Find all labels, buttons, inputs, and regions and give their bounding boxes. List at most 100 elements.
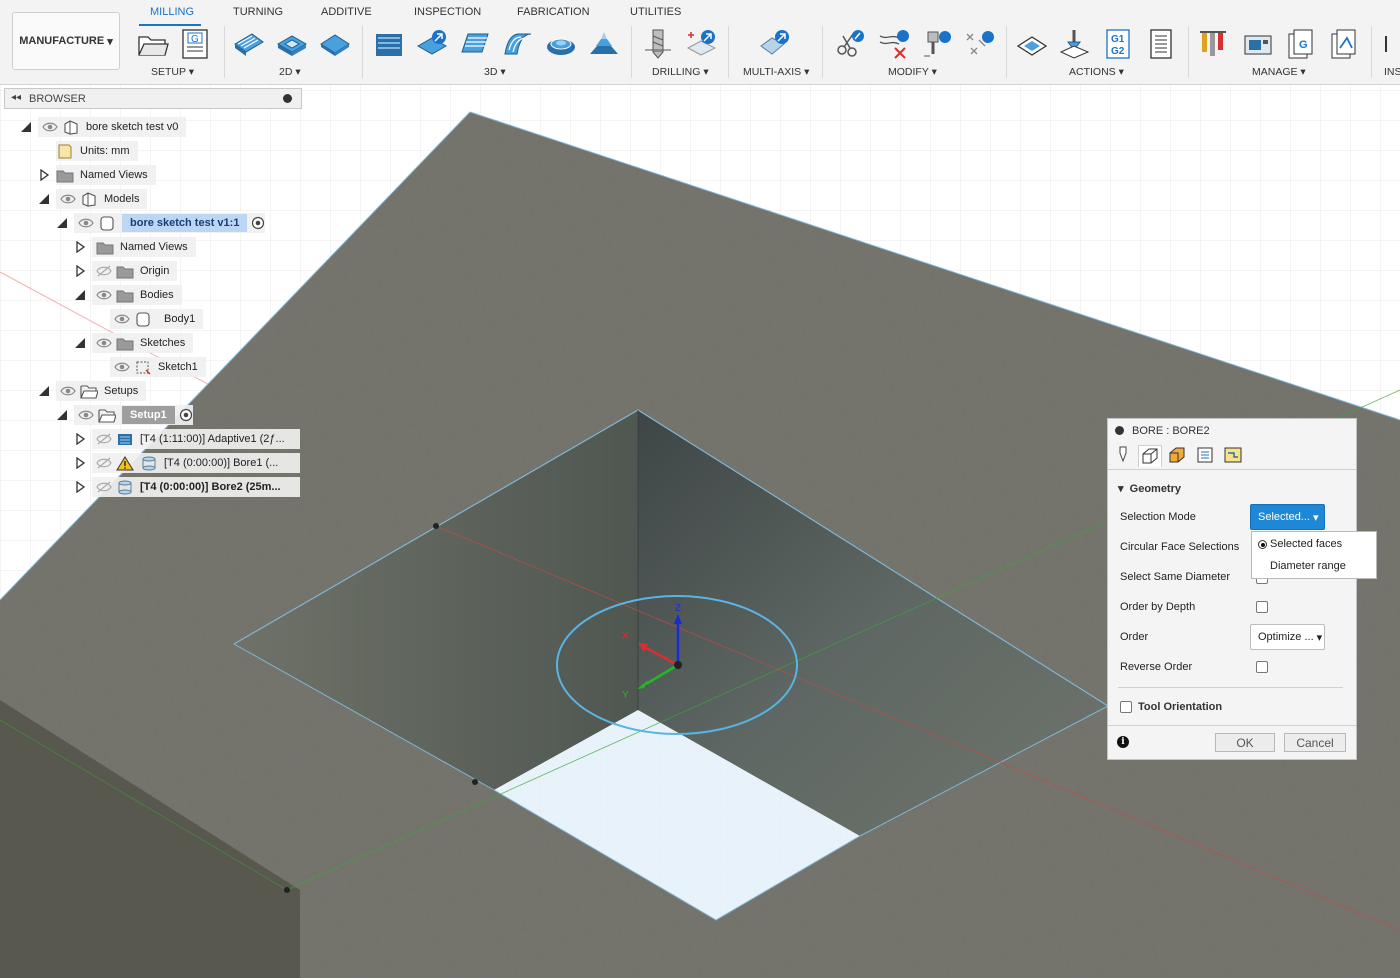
expand-arrow-icon[interactable]: [74, 457, 86, 469]
2d-adaptive-icon[interactable]: [232, 28, 266, 60]
ok-button[interactable]: OK: [1215, 733, 1275, 752]
collapse-arrow-icon[interactable]: [38, 193, 50, 205]
collapse-arrow-icon[interactable]: [56, 217, 68, 229]
info-icon[interactable]: i: [1117, 736, 1129, 748]
visibility-eye-icon[interactable]: [42, 121, 58, 133]
browser-node-body1[interactable]: Body1: [0, 309, 300, 329]
expand-arrow-icon[interactable]: [74, 265, 86, 277]
tab-fabrication[interactable]: FABRICATION: [517, 6, 590, 18]
new-setup-folder-icon[interactable]: [136, 28, 170, 60]
group-3d[interactable]: 3D ▾: [484, 66, 506, 78]
expand-arrow-icon[interactable]: [74, 481, 86, 493]
expand-arrow-icon[interactable]: [74, 433, 86, 445]
visibility-eye-icon[interactable]: [114, 361, 130, 373]
collapse-arrow-icon[interactable]: [20, 121, 32, 133]
menu-option-selected-faces[interactable]: Selected faces: [1270, 538, 1342, 550]
3d-scallop-icon[interactable]: [544, 28, 578, 60]
collapse-browser-icon[interactable]: ◂◂: [11, 92, 21, 103]
post-process-icon[interactable]: G1G2: [1101, 28, 1135, 60]
tool-orientation-checkbox[interactable]: [1120, 701, 1132, 713]
browser-node-named-views[interactable]: Named Views: [0, 165, 300, 185]
tab-milling[interactable]: MILLING: [150, 6, 194, 18]
browser-node-origin[interactable]: Origin: [0, 261, 300, 281]
group-multi-axis[interactable]: MULTI-AXIS ▾: [743, 66, 809, 78]
drill-icon[interactable]: [641, 28, 675, 60]
simulate-icon[interactable]: [1015, 28, 1049, 60]
inspect-icon[interactable]: [1380, 28, 1400, 60]
menu-option-diameter-range[interactable]: Diameter range: [1270, 560, 1346, 572]
trim-toolpath-icon[interactable]: [833, 28, 867, 60]
dialog-collapse-icon[interactable]: [1115, 426, 1124, 435]
browser-node-setups[interactable]: Setups: [0, 381, 300, 401]
browser-node-root[interactable]: bore sketch test v0: [0, 117, 300, 137]
setup-sheet-icon[interactable]: [1144, 28, 1178, 60]
hidden-eye-icon[interactable]: [96, 433, 112, 445]
simulate-with-machine-icon[interactable]: [1058, 28, 1092, 60]
visibility-eye-icon[interactable]: [114, 313, 130, 325]
activate-radio-icon[interactable]: [179, 408, 193, 422]
group-inspect[interactable]: INS: [1384, 66, 1400, 78]
tab-geometry[interactable]: [1138, 445, 1162, 467]
browser-node-op-bore1[interactable]: [T4 (0:00:00)] Bore1 (...: [0, 453, 302, 473]
tab-inspection[interactable]: INSPECTION: [414, 6, 481, 18]
section-geometry[interactable]: ▾ Geometry: [1118, 482, 1181, 495]
group-setup[interactable]: SETUP ▾: [151, 66, 194, 78]
visibility-eye-icon[interactable]: [60, 193, 76, 205]
selection-mode-dropdown[interactable]: Selected... ▾: [1250, 504, 1325, 530]
3d-spiral-icon[interactable]: [587, 28, 621, 60]
tool-library-icon[interactable]: [1198, 28, 1232, 60]
hidden-eye-icon[interactable]: [96, 265, 112, 277]
tab-utilities[interactable]: UTILITIES: [630, 6, 681, 18]
nc-program-icon[interactable]: G: [178, 28, 212, 60]
visibility-eye-icon[interactable]: [60, 385, 76, 397]
hidden-eye-icon[interactable]: [96, 481, 112, 493]
expand-arrow-icon[interactable]: [38, 169, 50, 181]
browser-node-model-named-views[interactable]: Named Views: [0, 237, 300, 257]
order-dropdown[interactable]: Optimize ... ▾: [1250, 624, 1325, 650]
tab-linking[interactable]: [1222, 445, 1246, 467]
browser-node-bodies[interactable]: Bodies: [0, 285, 300, 305]
group-manage[interactable]: MANAGE ▾: [1252, 66, 1306, 78]
browser-node-setup1[interactable]: Setup1: [0, 405, 300, 425]
browser-pin-icon[interactable]: [283, 94, 292, 103]
group-modify[interactable]: MODIFY ▾: [888, 66, 937, 78]
2d-pocket-icon[interactable]: [275, 28, 309, 60]
visibility-eye-icon[interactable]: [96, 337, 112, 349]
group-2d[interactable]: 2D ▾: [279, 66, 301, 78]
browser-node-sketches[interactable]: Sketches: [0, 333, 300, 353]
cancel-button[interactable]: Cancel: [1284, 733, 1346, 752]
group-drilling[interactable]: DRILLING ▾: [652, 66, 709, 78]
template-library-icon[interactable]: [1327, 28, 1361, 60]
multi-axis-contour-icon[interactable]: [758, 28, 792, 60]
tab-turning[interactable]: TURNING: [233, 6, 283, 18]
tab-additive[interactable]: ADDITIVE: [321, 6, 372, 18]
collapse-arrow-icon[interactable]: [38, 385, 50, 397]
tab-tool[interactable]: [1112, 445, 1136, 467]
browser-node-units[interactable]: Units: mm: [0, 141, 300, 161]
browser-node-models[interactable]: Models: [0, 189, 300, 209]
post-library-icon[interactable]: G: [1284, 28, 1318, 60]
visibility-eye-icon[interactable]: [96, 289, 112, 301]
browser-node-sketch1[interactable]: Sketch1: [0, 357, 300, 377]
tab-heights[interactable]: [1166, 445, 1190, 467]
tab-passes[interactable]: [1194, 445, 1218, 467]
collapse-arrow-icon[interactable]: [74, 337, 86, 349]
browser-node-model[interactable]: bore sketch test v1:1: [0, 213, 300, 233]
2d-face-icon[interactable]: [318, 28, 352, 60]
hidden-eye-icon[interactable]: [96, 457, 112, 469]
browser-panel-header[interactable]: ◂◂ BROWSER: [4, 88, 302, 109]
edit-tool-icon[interactable]: [920, 28, 954, 60]
3d-parallel-icon[interactable]: [458, 28, 492, 60]
browser-node-op-adaptive[interactable]: [T4 (1:11:00)] Adaptive1 (2ƒ...: [0, 429, 302, 449]
order-by-depth-checkbox[interactable]: [1256, 601, 1268, 613]
3d-pocket-icon[interactable]: [415, 28, 449, 60]
visibility-eye-icon[interactable]: [78, 409, 94, 421]
3d-adaptive-icon[interactable]: [372, 28, 406, 60]
edit-notes-icon[interactable]: [963, 28, 997, 60]
3d-contour-icon[interactable]: [501, 28, 535, 60]
workspace-switcher[interactable]: MANUFACTURE ▾: [12, 12, 120, 70]
group-actions[interactable]: ACTIONS ▾: [1069, 66, 1124, 78]
collapse-arrow-icon[interactable]: [56, 409, 68, 421]
delete-passes-icon[interactable]: [877, 28, 911, 60]
expand-arrow-icon[interactable]: [74, 241, 86, 253]
